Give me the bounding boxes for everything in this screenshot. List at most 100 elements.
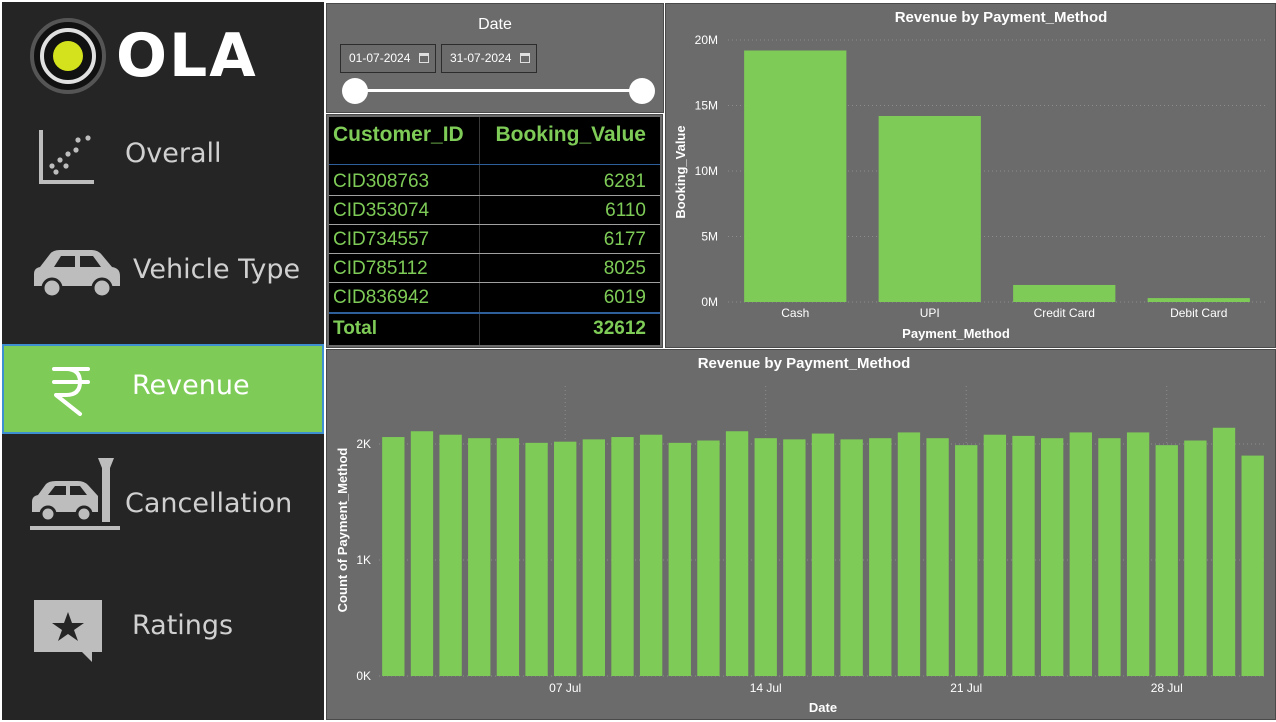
bar[interactable]: [754, 438, 777, 676]
cell-booking-value: 6177: [603, 229, 646, 250]
bar[interactable]: [496, 438, 520, 676]
bar[interactable]: [783, 439, 806, 676]
cell-booking-value: 6019: [603, 287, 646, 308]
nav-label-ratings: Ratings: [132, 610, 234, 641]
x-tick-label: UPI: [920, 306, 940, 320]
car-icon: [34, 250, 120, 298]
date-range-slider[interactable]: [355, 89, 642, 92]
x-tick-label: Credit Card: [1034, 306, 1095, 320]
nav-item-revenue[interactable]: Revenue: [2, 344, 324, 434]
customer-table-panel: Customer_ID Booking_Value CID308763 6281…: [326, 114, 663, 348]
table-row[interactable]: CID785112 8025: [329, 254, 660, 283]
bar[interactable]: [725, 431, 749, 676]
chart-title: Revenue by Payment_Method: [698, 355, 911, 372]
bar[interactable]: [1212, 427, 1236, 676]
bar[interactable]: [955, 445, 978, 676]
bar[interactable]: [468, 438, 491, 676]
nav-item-cancellation[interactable]: Cancellation: [2, 452, 324, 552]
bar[interactable]: [639, 434, 663, 676]
cell-booking-value: 6110: [605, 200, 646, 221]
bar[interactable]: [878, 115, 981, 302]
bar[interactable]: [1013, 284, 1116, 302]
x-axis-label: Payment_Method: [902, 326, 1010, 341]
bar[interactable]: [410, 431, 434, 676]
bar[interactable]: [439, 434, 462, 676]
nav-item-ratings[interactable]: Ratings: [2, 574, 324, 674]
table-row[interactable]: CID353074 6110: [329, 196, 660, 225]
calendar-icon[interactable]: [520, 53, 530, 63]
table-row[interactable]: CID308763 6281: [329, 167, 660, 196]
bar[interactable]: [1098, 438, 1121, 676]
car-crash-icon: [30, 458, 120, 530]
bar[interactable]: [1184, 440, 1207, 676]
bar[interactable]: [1040, 438, 1064, 676]
cell-customer-id: CID353074: [333, 200, 430, 221]
header-customer-id[interactable]: Customer_ID: [333, 123, 464, 147]
nav-label-overall: Overall: [125, 138, 222, 169]
slider-start-handle[interactable]: [342, 78, 368, 104]
y-tick-label: 10M: [695, 164, 718, 178]
ola-logo: OLA: [28, 16, 268, 98]
bar[interactable]: [1012, 435, 1035, 676]
bar[interactable]: [926, 438, 949, 676]
cell-booking-value: 8025: [603, 258, 646, 279]
revenue-by-payment-svg: Revenue by Payment_Method Payment_Method…: [673, 9, 1266, 341]
x-tick-label: 21 Jul: [950, 681, 982, 695]
bar[interactable]: [744, 50, 847, 303]
cell-customer-id: CID836942: [333, 287, 430, 308]
bar[interactable]: [611, 437, 634, 676]
total-value: 32612: [593, 318, 646, 339]
nav-item-overall[interactable]: Overall: [2, 104, 324, 204]
bar[interactable]: [1241, 455, 1264, 676]
customer-table: Customer_ID Booking_Value CID308763 6281…: [329, 117, 660, 345]
chart-title: Revenue by Payment_Method: [895, 9, 1108, 26]
date-slicer-title: Date: [478, 16, 512, 33]
bar[interactable]: [1147, 298, 1250, 302]
total-label: Total: [333, 318, 377, 339]
start-date-input[interactable]: 01-07-2024: [340, 44, 436, 73]
sidebar: OLA Overall Vehicle Type Revenue Cancell…: [2, 2, 324, 720]
calendar-icon[interactable]: [419, 53, 429, 63]
y-axis-label: Count of Payment_Method: [335, 448, 350, 613]
bar[interactable]: [897, 432, 921, 676]
table-row[interactable]: CID734557 6177: [329, 225, 660, 254]
bar[interactable]: [668, 442, 691, 676]
y-tick-label: 20M: [695, 33, 718, 47]
daily-payment-count-svg: Revenue by Payment_Method Date Count of …: [335, 355, 1267, 715]
bar[interactable]: [1126, 432, 1150, 676]
y-tick-label: 1K: [356, 553, 371, 567]
table-row[interactable]: CID836942 6019: [329, 283, 660, 312]
bar[interactable]: [983, 434, 1007, 676]
header-booking-value[interactable]: Booking_Value: [495, 123, 646, 147]
scatter-chart-icon: [39, 130, 94, 184]
bar[interactable]: [525, 442, 548, 676]
bar[interactable]: [811, 433, 835, 676]
bar[interactable]: [1155, 445, 1178, 676]
bar[interactable]: [582, 439, 606, 676]
y-axis-label: Booking_Value: [673, 125, 688, 218]
bar[interactable]: [554, 441, 577, 676]
table-total-row: Total 32612: [329, 312, 660, 342]
bar[interactable]: [869, 438, 892, 676]
logo-text: OLA: [116, 21, 258, 91]
x-tick-label: Debit Card: [1170, 306, 1227, 320]
x-axis-label: Date: [809, 700, 837, 715]
x-tick-label: 14 Jul: [750, 681, 782, 695]
end-date-input[interactable]: 31-07-2024: [441, 44, 537, 73]
nav-item-vehicle-type[interactable]: Vehicle Type: [2, 220, 324, 320]
date-slicer: Date 01-07-2024 31-07-2024: [326, 3, 664, 113]
daily-payment-count-chart: Revenue by Payment_Method Date Count of …: [326, 349, 1276, 720]
y-tick-label: 0M: [701, 295, 718, 309]
bar[interactable]: [697, 440, 720, 676]
revenue-by-payment-chart: Revenue by Payment_Method Payment_Method…: [665, 3, 1276, 348]
slider-end-handle[interactable]: [629, 78, 655, 104]
cell-customer-id: CID785112: [333, 258, 428, 279]
bar[interactable]: [382, 437, 405, 676]
ola-logo-icon: [30, 18, 106, 94]
bar[interactable]: [1069, 432, 1092, 676]
x-tick-label: Cash: [781, 306, 809, 320]
x-tick-label: 07 Jul: [549, 681, 581, 695]
cell-customer-id: CID734557: [333, 229, 430, 250]
nav-label-vehicle-type: Vehicle Type: [133, 254, 301, 285]
bar[interactable]: [840, 439, 863, 676]
